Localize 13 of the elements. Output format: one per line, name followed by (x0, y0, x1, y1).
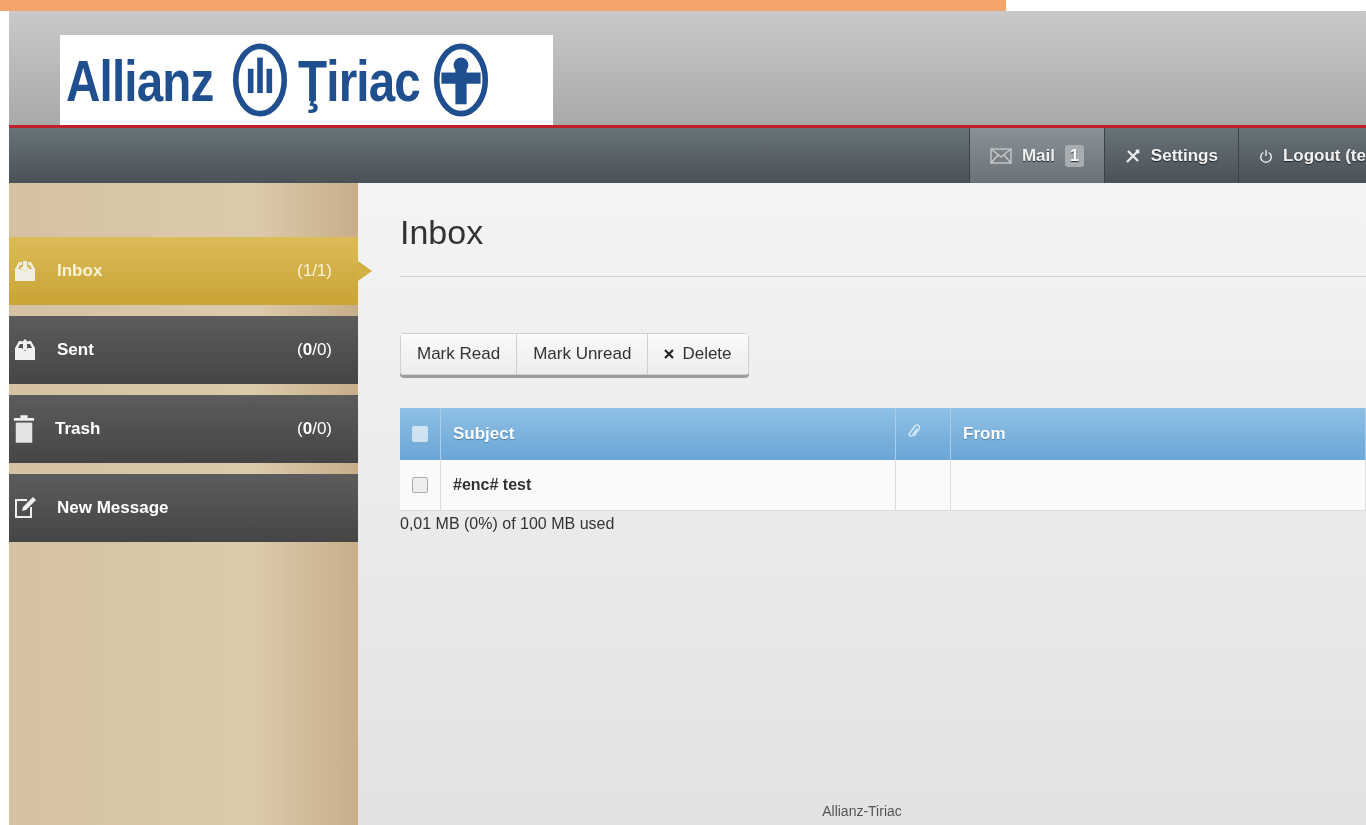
quota-text: 0,01 MB (0%) of 100 MB used (400, 515, 615, 533)
logo-text: Allianz (66, 46, 214, 114)
footer-text: Allianz-Tiriac (822, 803, 902, 819)
count-badge: 1 (1064, 144, 1084, 167)
toolbar-button[interactable]: Mark Read (401, 334, 518, 374)
page-title: Inbox (400, 213, 1366, 277)
sidebar-item[interactable]: Trash (0/0) (9, 395, 358, 463)
toolbar-button[interactable]: Delete (648, 334, 748, 374)
sidebar-item[interactable]: Sent (0/0) (9, 316, 358, 384)
logo-text: Ţiriac (297, 46, 420, 114)
sidebar-item[interactable]: New Message (9, 474, 358, 542)
toolbar-button[interactable]: Mark Unread (517, 334, 649, 374)
table-cell[interactable]: #enc# test (440, 460, 896, 511)
